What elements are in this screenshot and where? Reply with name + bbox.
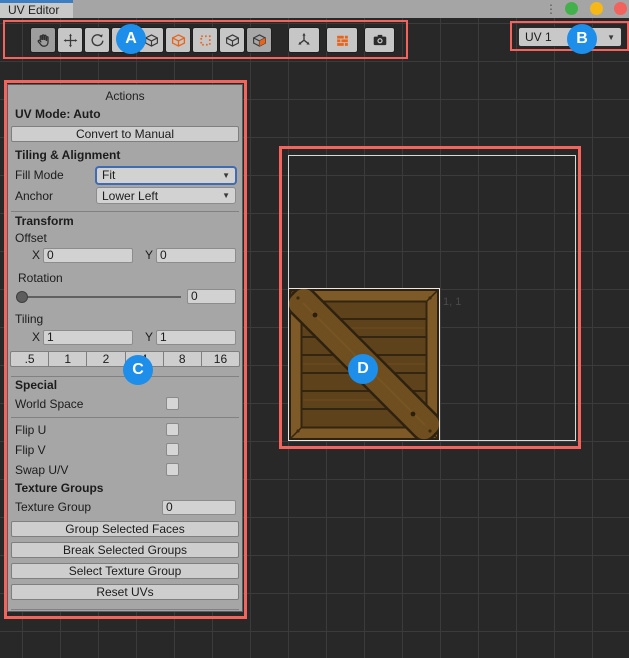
tiling-preset-2-button[interactable]: 2 bbox=[86, 351, 124, 367]
edge-mode-button[interactable] bbox=[165, 27, 191, 53]
uv-coordinate-label: 1, 1 bbox=[443, 296, 461, 308]
uv-channel-dropdown[interactable]: UV 1 ▼ bbox=[518, 27, 622, 47]
fill-mode-select[interactable]: Fit ▼ bbox=[96, 167, 236, 184]
face-mode-button[interactable] bbox=[246, 27, 272, 53]
tiling-preset-16-button[interactable]: 16 bbox=[201, 351, 240, 367]
tiling-label: Tiling bbox=[8, 312, 242, 327]
flip-u-checkbox[interactable] bbox=[166, 423, 179, 436]
rotation-slider-handle[interactable] bbox=[16, 291, 28, 303]
flip-v-label: Flip V bbox=[8, 443, 166, 457]
swap-uv-checkbox[interactable] bbox=[166, 463, 179, 476]
panel-title: Actions bbox=[8, 89, 242, 105]
flip-u-label: Flip U bbox=[8, 423, 166, 437]
chevron-down-icon: ▼ bbox=[222, 191, 230, 200]
dotted-selection-icon bbox=[198, 33, 213, 48]
tiling-y-field[interactable]: 1 bbox=[156, 330, 236, 345]
transform-heading: Transform bbox=[8, 214, 242, 230]
texture-group-label: Texture Group bbox=[8, 500, 162, 514]
render-uv-button[interactable] bbox=[364, 27, 395, 53]
hand-icon bbox=[36, 33, 51, 48]
offset-label: Offset bbox=[8, 231, 242, 246]
uv-mode-label: UV Mode: Auto bbox=[8, 107, 242, 123]
project-uvs-button[interactable] bbox=[288, 27, 320, 53]
orange-bricks-icon bbox=[335, 33, 350, 48]
fill-mode-label: Fill Mode bbox=[8, 168, 96, 182]
rotation-label: Rotation bbox=[8, 271, 242, 286]
chevron-down-icon: ▼ bbox=[222, 171, 230, 180]
scale-icon bbox=[117, 33, 132, 48]
offset-x-field[interactable]: 0 bbox=[43, 248, 133, 263]
offset-y-field[interactable]: 0 bbox=[156, 248, 236, 263]
tiling-preset-4-button[interactable]: 4 bbox=[125, 351, 163, 367]
cube-orange-edges-icon bbox=[171, 33, 186, 48]
move-icon bbox=[63, 33, 78, 48]
scale-tool-button[interactable] bbox=[111, 27, 137, 53]
rotate-tool-button[interactable] bbox=[84, 27, 110, 53]
offset-y-label: Y bbox=[141, 248, 153, 262]
window-minimize-button[interactable] bbox=[590, 2, 603, 15]
texture-groups-button[interactable] bbox=[326, 27, 358, 53]
splay-arrows-icon bbox=[296, 32, 312, 48]
rotate-icon bbox=[90, 33, 105, 48]
move-tool-button[interactable] bbox=[57, 27, 83, 53]
tiling-preset-half-button[interactable]: .5 bbox=[10, 351, 48, 367]
selection-tool-button[interactable] bbox=[138, 27, 164, 53]
crate-texture-image bbox=[288, 288, 440, 441]
special-heading: Special bbox=[8, 378, 242, 394]
actions-panel: Actions UV Mode: Auto Convert to Manual … bbox=[7, 84, 243, 612]
reset-uvs-button[interactable]: Reset UVs bbox=[11, 584, 239, 600]
tiling-preset-8-button[interactable]: 8 bbox=[163, 351, 201, 367]
window-menu-icon[interactable]: ⋮ bbox=[545, 1, 555, 17]
element-mode-button[interactable] bbox=[219, 27, 245, 53]
convert-to-manual-button[interactable]: Convert to Manual bbox=[11, 126, 239, 142]
marquee-select-button[interactable] bbox=[192, 27, 218, 53]
tab-uv-editor[interactable]: UV Editor bbox=[0, 0, 73, 18]
window-zoom-button[interactable] bbox=[565, 2, 578, 15]
world-space-checkbox[interactable] bbox=[166, 397, 179, 410]
rotation-value-field[interactable]: 0 bbox=[187, 289, 236, 304]
group-selected-faces-button[interactable]: Group Selected Faces bbox=[11, 521, 239, 537]
texture-group-field[interactable]: 0 bbox=[162, 500, 236, 515]
camera-icon bbox=[372, 32, 388, 48]
offset-x-label: X bbox=[28, 248, 40, 262]
divider bbox=[11, 376, 239, 377]
divider bbox=[11, 417, 239, 418]
anchor-label: Anchor bbox=[8, 189, 96, 203]
tiling-x-label: X bbox=[28, 330, 40, 344]
select-texture-group-button[interactable]: Select Texture Group bbox=[11, 563, 239, 579]
divider bbox=[11, 211, 239, 212]
tab-title: UV Editor bbox=[8, 3, 59, 17]
cube-orange-face-icon bbox=[252, 33, 267, 48]
flip-v-checkbox[interactable] bbox=[166, 443, 179, 456]
window-close-button[interactable] bbox=[614, 2, 627, 15]
chevron-down-icon: ▼ bbox=[607, 33, 615, 42]
texture-groups-heading: Texture Groups bbox=[8, 481, 242, 497]
tiling-alignment-heading: Tiling & Alignment bbox=[8, 148, 242, 164]
fill-mode-value: Fit bbox=[102, 168, 115, 182]
title-bar: UV Editor ⋮ bbox=[0, 0, 629, 18]
world-space-label: World Space bbox=[8, 397, 166, 411]
cube-icon bbox=[144, 33, 159, 48]
break-selected-groups-button[interactable]: Break Selected Groups bbox=[11, 542, 239, 558]
anchor-value: Lower Left bbox=[102, 189, 158, 203]
swap-uv-label: Swap U/V bbox=[8, 463, 166, 477]
tiling-y-label: Y bbox=[141, 330, 153, 344]
cube-icon bbox=[225, 33, 240, 48]
divider bbox=[11, 609, 239, 610]
tiling-preset-1-button[interactable]: 1 bbox=[48, 351, 86, 367]
rotation-slider[interactable] bbox=[16, 296, 181, 298]
crate-texture-face[interactable] bbox=[288, 288, 440, 441]
anchor-select[interactable]: Lower Left ▼ bbox=[96, 187, 236, 204]
pan-tool-button[interactable] bbox=[30, 27, 56, 53]
uv-channel-value: UV 1 bbox=[525, 30, 552, 44]
tiling-x-field[interactable]: 1 bbox=[43, 330, 133, 345]
